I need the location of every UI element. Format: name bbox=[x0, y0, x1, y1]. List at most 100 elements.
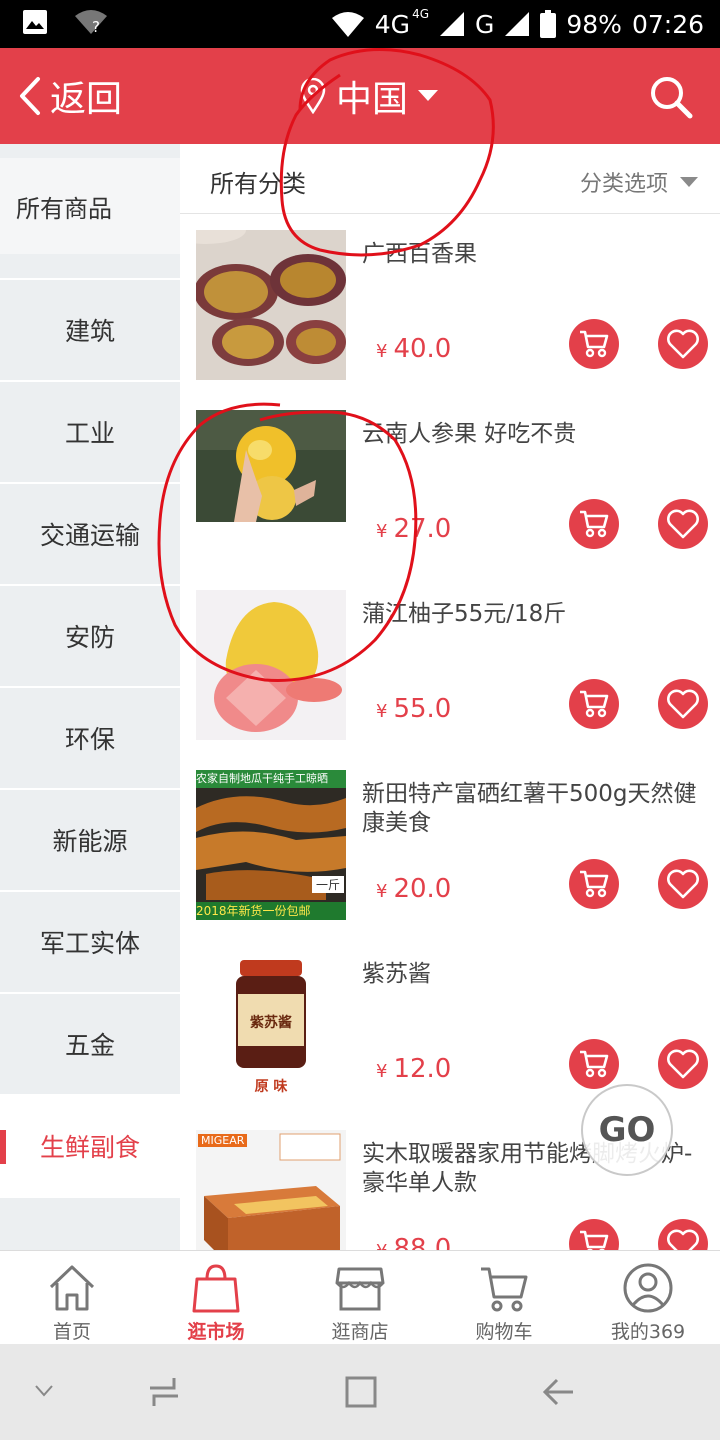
sidebar-item-label: 建筑 bbox=[64, 317, 115, 346]
caret-down-icon bbox=[680, 177, 698, 187]
heart-icon bbox=[667, 1229, 699, 1250]
back-arrow-icon[interactable] bbox=[543, 1378, 575, 1406]
sidebar-item-label: 交通运输 bbox=[39, 521, 140, 550]
product-image[interactable]: 紫苏酱 原 味 bbox=[196, 950, 346, 1100]
location-selector[interactable]: 中国 bbox=[300, 70, 439, 122]
sidebar-item[interactable]: 工业 bbox=[0, 382, 180, 484]
price-value: 20.0 bbox=[393, 874, 452, 904]
recent-apps-icon[interactable] bbox=[148, 1376, 180, 1408]
product-item[interactable]: 蒲江柚子55元/18斤 ¥55.0 bbox=[180, 574, 720, 754]
product-title[interactable]: 广西百香果 bbox=[362, 240, 712, 269]
go-button[interactable]: GO bbox=[581, 1084, 673, 1176]
svg-text:?: ? bbox=[92, 18, 100, 36]
add-to-cart-button[interactable] bbox=[569, 859, 619, 909]
tab-profile[interactable]: 我的369 bbox=[576, 1251, 720, 1344]
product-title[interactable]: 蒲江柚子55元/18斤 bbox=[362, 600, 712, 629]
sidebar-item-label: 五金 bbox=[64, 1031, 115, 1060]
add-to-cart-button[interactable] bbox=[569, 1039, 619, 1089]
tab-label: 我的369 bbox=[610, 1321, 686, 1343]
category-options-label: 分类选项 bbox=[579, 172, 668, 197]
cart-icon bbox=[580, 1230, 609, 1250]
heart-icon bbox=[667, 869, 699, 899]
heart-icon bbox=[667, 689, 699, 719]
wifi-question-icon: ? bbox=[75, 10, 107, 36]
currency-symbol: ¥ bbox=[376, 521, 388, 542]
tab-stores[interactable]: 逛商店 bbox=[288, 1251, 432, 1344]
add-to-cart-button[interactable] bbox=[569, 499, 619, 549]
image-caption: 原 味 bbox=[254, 1079, 288, 1095]
price-value: 55.0 bbox=[393, 694, 452, 724]
tab-cart[interactable]: 购物车 bbox=[432, 1251, 576, 1344]
product-price: ¥55.0 bbox=[376, 694, 451, 724]
location-pin-icon bbox=[300, 78, 326, 114]
add-to-cart-button[interactable] bbox=[569, 679, 619, 729]
favorite-button[interactable] bbox=[658, 1219, 708, 1250]
jar-label: 紫苏酱 bbox=[250, 1015, 292, 1031]
home-icon bbox=[49, 1265, 95, 1311]
heart-icon bbox=[667, 329, 699, 359]
currency-symbol: ¥ bbox=[376, 1241, 387, 1250]
clock: 07:26 bbox=[631, 9, 704, 39]
sidebar-item-label: 新能源 bbox=[52, 827, 128, 856]
sidebar-item[interactable]: 交通运输 bbox=[0, 484, 180, 586]
network-type-2: G bbox=[475, 9, 495, 39]
image-notification-icon bbox=[23, 10, 47, 34]
sidebar-item[interactable]: 五金 bbox=[0, 994, 180, 1096]
product-image[interactable]: 农家自制地瓜干纯手工晾晒 一斤 2018年新货一份包邮 bbox=[196, 770, 346, 920]
sidebar-item[interactable]: 茶叶 bbox=[0, 1198, 180, 1250]
product-price: ¥27.0 bbox=[376, 514, 451, 544]
product-image[interactable]: MIGEAR bbox=[196, 1130, 346, 1250]
sidebar-item-active[interactable]: 生鲜副食 bbox=[0, 1096, 180, 1198]
favorite-button[interactable] bbox=[658, 859, 708, 909]
app-header: 返回 中国 bbox=[0, 48, 720, 144]
product-item[interactable]: 农家自制地瓜干纯手工晾晒 一斤 2018年新货一份包邮 新田特产富硒红薯干500… bbox=[180, 754, 720, 934]
chevron-down-icon[interactable] bbox=[34, 1384, 54, 1398]
favorite-button[interactable] bbox=[658, 679, 708, 729]
favorite-button[interactable] bbox=[658, 499, 708, 549]
tab-market[interactable]: 逛市场 bbox=[144, 1251, 288, 1344]
product-item[interactable]: 广西百香果 ¥40.0 bbox=[180, 214, 720, 394]
product-title[interactable]: 紫苏酱 bbox=[362, 960, 712, 989]
tab-home[interactable]: 首页 bbox=[0, 1251, 144, 1344]
sidebar-item[interactable]: 环保 bbox=[0, 688, 180, 790]
currency-symbol: ¥ bbox=[376, 341, 388, 362]
signal-icon-2 bbox=[505, 12, 530, 36]
add-to-cart-button[interactable] bbox=[569, 319, 619, 369]
wifi-icon bbox=[331, 12, 364, 37]
battery-percent: 98% bbox=[566, 9, 622, 39]
product-title[interactable]: 新田特产富硒红薯干500g天然健康美食 bbox=[362, 780, 712, 838]
cart-icon bbox=[580, 870, 609, 898]
product-item[interactable]: 云南人参果 好吃不贵 ¥27.0 bbox=[180, 394, 720, 574]
sidebar-item[interactable]: 新能源 bbox=[0, 790, 180, 892]
user-icon bbox=[623, 1263, 673, 1313]
sidebar-item-label: 军工实体 bbox=[39, 929, 140, 958]
all-categories-label[interactable]: 所有分类 bbox=[210, 164, 306, 199]
product-image[interactable] bbox=[196, 230, 346, 380]
cart-icon bbox=[580, 510, 609, 538]
sidebar-item-label: 安防 bbox=[64, 623, 115, 652]
sidebar-all-products[interactable]: 所有商品 bbox=[0, 158, 180, 254]
tab-label: 逛商店 bbox=[331, 1321, 389, 1343]
product-image[interactable] bbox=[196, 590, 346, 740]
favorite-button[interactable] bbox=[658, 1039, 708, 1089]
product-title[interactable]: 云南人参果 好吃不贵 bbox=[362, 420, 712, 449]
price-value: 27.0 bbox=[393, 514, 452, 544]
category-options-dropdown[interactable]: 分类选项 bbox=[580, 166, 698, 198]
sidebar-item[interactable]: 军工实体 bbox=[0, 892, 180, 994]
favorite-button[interactable] bbox=[658, 319, 708, 369]
currency-symbol: ¥ bbox=[376, 1061, 388, 1082]
search-icon[interactable] bbox=[648, 74, 694, 120]
currency-symbol: ¥ bbox=[376, 701, 388, 722]
tab-label: 逛市场 bbox=[187, 1321, 245, 1343]
add-to-cart-button[interactable] bbox=[569, 1219, 619, 1250]
product-image[interactable] bbox=[196, 410, 346, 522]
sidebar-item[interactable]: 安防 bbox=[0, 586, 180, 688]
home-square-icon[interactable] bbox=[345, 1376, 377, 1408]
sidebar-item[interactable]: 建筑 bbox=[0, 280, 180, 382]
location-label: 中国 bbox=[336, 79, 409, 120]
image-banner-bottom: 2018年新货一份包邮 bbox=[196, 902, 346, 920]
category-bar: 所有分类 分类选项 bbox=[180, 144, 720, 214]
price-value: 12.0 bbox=[393, 1054, 452, 1084]
back-button[interactable]: 返回 bbox=[18, 70, 122, 122]
system-nav-bar bbox=[0, 1344, 720, 1440]
